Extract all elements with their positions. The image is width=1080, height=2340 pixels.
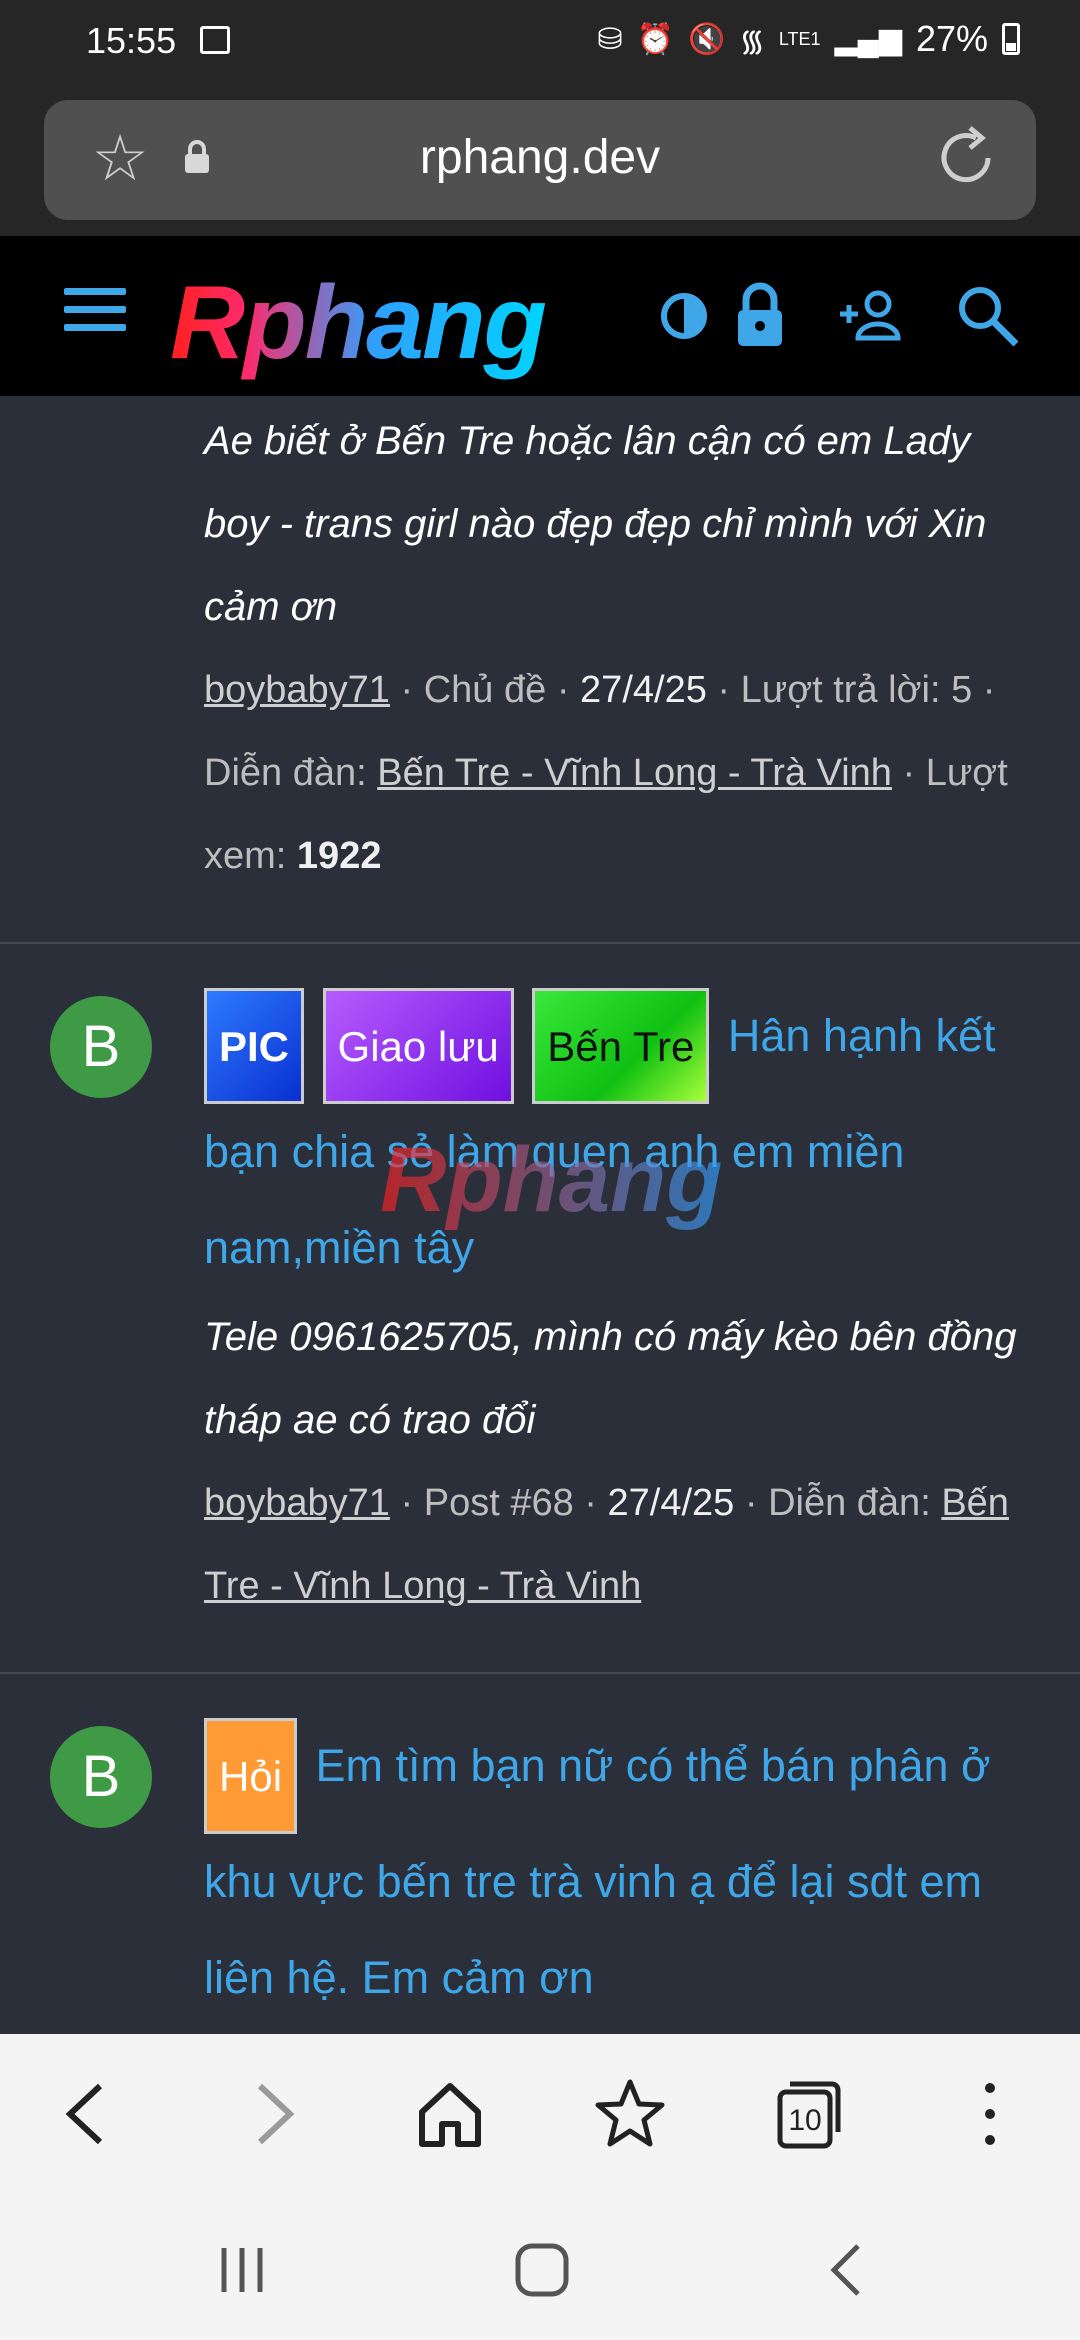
tag-hoi[interactable]: Hỏi [204, 1718, 298, 1834]
browser-toolbar: ☆ rphang.dev [0, 80, 1080, 236]
login-lock-icon[interactable] [724, 280, 796, 352]
browser-bottom-nav: 10 [0, 2034, 1080, 2190]
forum-link[interactable]: Bến Tre - Vĩnh Long - Trà Vinh [377, 752, 892, 794]
post-date: 27/4/25 [607, 1482, 735, 1524]
status-icons: ⛁ ⏰ 🔇 ᯾ LTE1 ▂▄▆ 27% [597, 18, 1020, 60]
image-notification-icon [200, 26, 230, 54]
home-nav-icon[interactable] [512, 2240, 572, 2300]
tag-giao-luu[interactable]: Giao lưu [322, 988, 514, 1104]
battery-icon [1002, 23, 1020, 55]
forum-label: Diễn đàn: [204, 752, 367, 794]
avatar[interactable]: B [50, 1726, 152, 1828]
views-count: 1922 [296, 835, 382, 877]
register-user-icon[interactable] [836, 280, 908, 352]
menu-icon[interactable] [64, 288, 126, 344]
result-item: B PIC Giao lưu Bến Tre Hân hạnh kết bạn … [0, 944, 1080, 1674]
status-bar: 15:55 ⛁ ⏰ 🔇 ᯾ LTE1 ▂▄▆ 27% [0, 0, 1080, 80]
signal-icon: ▂▄▆ [834, 22, 902, 56]
bookmarks-icon[interactable] [590, 2074, 670, 2154]
post-snippet: Ae biết ở Bến Tre hoặc lân cận có em Lad… [204, 419, 987, 629]
avatar[interactable]: B [50, 996, 152, 1098]
author-link[interactable]: boybaby71 [204, 669, 390, 711]
thread-title[interactable]: Hỏi Em tìm bạn nữ có thể bán phân ở khu … [204, 1718, 1040, 2026]
system-nav-bar [0, 2190, 1080, 2340]
post-kind: Chủ đề [423, 669, 547, 711]
result-item: Ae biết ở Bến Tre hoặc lân cận có em Lad… [0, 396, 1080, 944]
search-icon[interactable] [952, 280, 1024, 352]
site-header: Rphang [0, 236, 1080, 396]
battery-level: 27% [915, 18, 988, 59]
status-time: 15:55 [86, 20, 177, 61]
theme-toggle-icon[interactable] [648, 280, 720, 352]
tabs-count: 10 [788, 2104, 822, 2137]
replies-label: Lượt trả lời: [740, 669, 941, 711]
post-meta: boybaby71 · Chủ đề · 27/4/25 · Lượt trả … [204, 669, 1008, 877]
alarm-icon: ⏰ [636, 22, 674, 56]
post-date: 27/4/25 [580, 669, 707, 711]
mute-icon: 🔇 [687, 22, 726, 56]
forum-label: Diễn đàn: [768, 1482, 931, 1524]
network-type: LTE1 [778, 29, 821, 49]
forward-icon[interactable] [232, 2074, 312, 2154]
wifi-icon: ᯾ [739, 24, 765, 58]
tag-pic[interactable]: PIC [204, 988, 305, 1104]
recent-apps-icon[interactable] [212, 2240, 272, 2300]
save-icon: ⛁ [597, 22, 623, 56]
reload-icon[interactable] [930, 122, 1002, 194]
search-results: Ae biết ở Bến Tre hoặc lân cận có em Lad… [0, 396, 1080, 2034]
post-number: Post #68 [423, 1482, 574, 1524]
address-bar[interactable]: ☆ rphang.dev [44, 100, 1036, 220]
more-options-icon[interactable] [950, 2074, 1030, 2154]
back-nav-icon[interactable] [818, 2240, 878, 2300]
tag-ben-tre[interactable]: Bến Tre [532, 988, 710, 1104]
back-icon[interactable] [48, 2074, 128, 2154]
home-icon[interactable] [410, 2074, 490, 2154]
post-snippet: Tele 0961625705, mình có mấy kèo bên đồn… [204, 1315, 1017, 1442]
url-text[interactable]: rphang.dev [44, 130, 1036, 185]
thread-title-text[interactable]: Em tìm bạn nữ có thể bán phân ở khu vực … [204, 1740, 991, 2003]
result-item: B Hỏi Em tìm bạn nữ có thể bán phân ở kh… [0, 1674, 1080, 2026]
thread-title[interactable]: PIC Giao lưu Bến Tre Hân hạnh kết bạn ch… [204, 988, 1040, 1296]
replies-count: 5 [951, 669, 973, 711]
author-link[interactable]: boybaby71 [204, 1482, 390, 1524]
site-logo[interactable]: Rphang [170, 264, 547, 383]
tabs-button[interactable]: 10 [770, 2074, 850, 2154]
post-meta: boybaby71 · Post #68 · 27/4/25 · Diễn đà… [204, 1482, 1009, 1607]
